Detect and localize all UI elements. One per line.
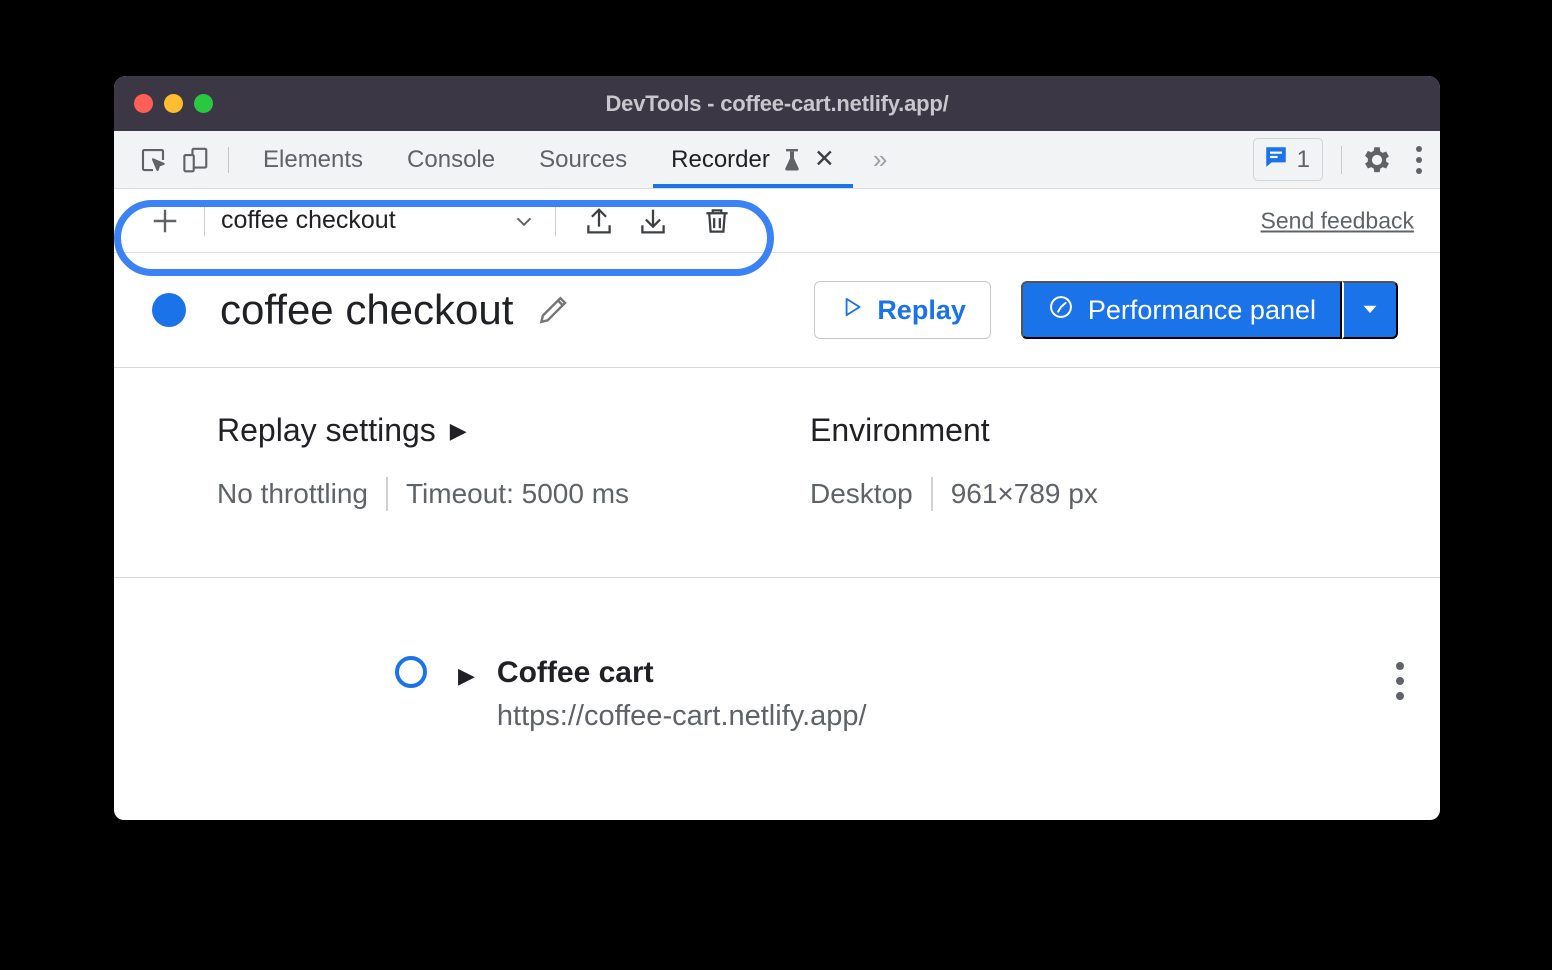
step-title: Coffee cart [496,656,654,689]
pencil-icon[interactable] [535,291,573,329]
recorder-toolbar: coffee checkout Send feedback [114,189,1440,253]
tab-elements[interactable]: Elements [241,131,385,188]
active-tab-underline [653,184,853,188]
caret-down-icon [1359,298,1381,323]
tab-bar-actions: 1 [1252,131,1422,188]
toolbar-divider [228,146,229,173]
step-url: https://coffee-cart.netlify.app/ [496,700,867,732]
window-title: DevTools - coffee-cart.netlify.app/ [605,90,949,116]
performance-panel-button-group: Performance panel [1020,281,1398,339]
recording-header: coffee checkout Replay Performance panel [114,253,1440,368]
devtools-tab-bar: Elements Console Sources Recorder ✕ » 1 [114,131,1440,189]
export-upload-icon[interactable] [572,198,626,244]
replay-button[interactable]: Replay [814,281,991,339]
trash-icon[interactable] [690,198,744,244]
send-feedback-link[interactable]: Send feedback [1261,207,1414,234]
close-icon[interactable]: ✕ [814,147,835,172]
environment-viewport: 961×789 px [950,478,1098,509]
tab-sources[interactable]: Sources [517,131,649,188]
tab-label: Console [407,145,496,173]
more-options-icon[interactable] [1416,145,1422,174]
toolbar-divider [204,205,205,236]
device-toolbar-icon[interactable] [174,140,216,180]
import-download-icon[interactable] [626,198,680,244]
replay-settings-section: Replay settings ▶ No throttling Timeout:… [152,412,775,577]
tab-recorder[interactable]: Recorder ✕ [649,131,857,188]
devtools-window: DevTools - coffee-cart.netlify.app/ Elem… [114,76,1440,820]
window-title-bar: DevTools - coffee-cart.netlify.app/ [114,76,1440,131]
performance-panel-dropdown-button[interactable] [1342,281,1398,339]
replay-settings-toggle[interactable]: Replay settings ▶ [217,412,775,449]
summary-divider [930,477,933,511]
tab-console[interactable]: Console [385,131,517,188]
console-messages-button[interactable]: 1 [1252,138,1323,181]
chevron-down-icon [511,208,539,234]
selected-recording-label: coffee checkout [221,206,396,234]
summary-divider [385,477,388,511]
replay-settings-heading: Replay settings [217,412,436,448]
inspect-element-icon[interactable] [132,140,174,180]
replay-label: Replay [877,294,966,325]
play-triangle-icon [839,294,865,327]
triangle-right-icon[interactable]: ▶ [458,665,475,687]
list-item[interactable]: ▶ Coffee cart https://coffee-cart.netlif… [458,656,1404,733]
environment-heading-row: Environment [810,412,1398,449]
tab-label: Recorder [671,145,770,173]
tab-label: Elements [263,145,364,173]
more-tabs-icon[interactable]: » [873,144,888,175]
environment-heading: Environment [810,412,990,448]
performance-panel-label: Performance panel [1087,294,1316,325]
replay-settings-summary: No throttling Timeout: 5000 ms [217,477,775,511]
flask-icon [780,147,804,173]
environment-summary: Desktop 961×789 px [810,477,1398,511]
gauge-icon [1047,293,1075,328]
toolbar-divider [555,205,556,236]
add-recording-button[interactable] [142,198,188,244]
kebab-menu-icon[interactable] [1396,656,1404,700]
tab-label: Sources [539,145,628,173]
performance-panel-button[interactable]: Performance panel [1020,281,1342,339]
panel-tabs: Elements Console Sources Recorder ✕ » [241,131,888,188]
actions-divider [1341,145,1342,174]
throttling-value: No throttling [217,478,368,509]
message-icon [1263,144,1289,175]
timeout-value: Timeout: 5000 ms [405,478,630,509]
gear-icon[interactable] [1360,143,1394,177]
messages-count: 1 [1296,145,1310,173]
recording-status-dot [152,293,186,327]
settings-row: Replay settings ▶ No throttling Timeout:… [114,368,1440,578]
environment-section: Environment Desktop 961×789 px [775,412,1398,577]
recording-title: coffee checkout [220,286,514,333]
screenshot-root: DevTools - coffee-cart.netlify.app/ Elem… [0,0,1552,970]
start-marker[interactable] [395,656,427,688]
recording-selector[interactable]: coffee checkout [221,206,539,235]
environment-device: Desktop [810,478,913,509]
step-content: Coffee cart https://coffee-cart.netlify.… [497,656,867,733]
triangle-right-icon: ▶ [449,417,467,443]
